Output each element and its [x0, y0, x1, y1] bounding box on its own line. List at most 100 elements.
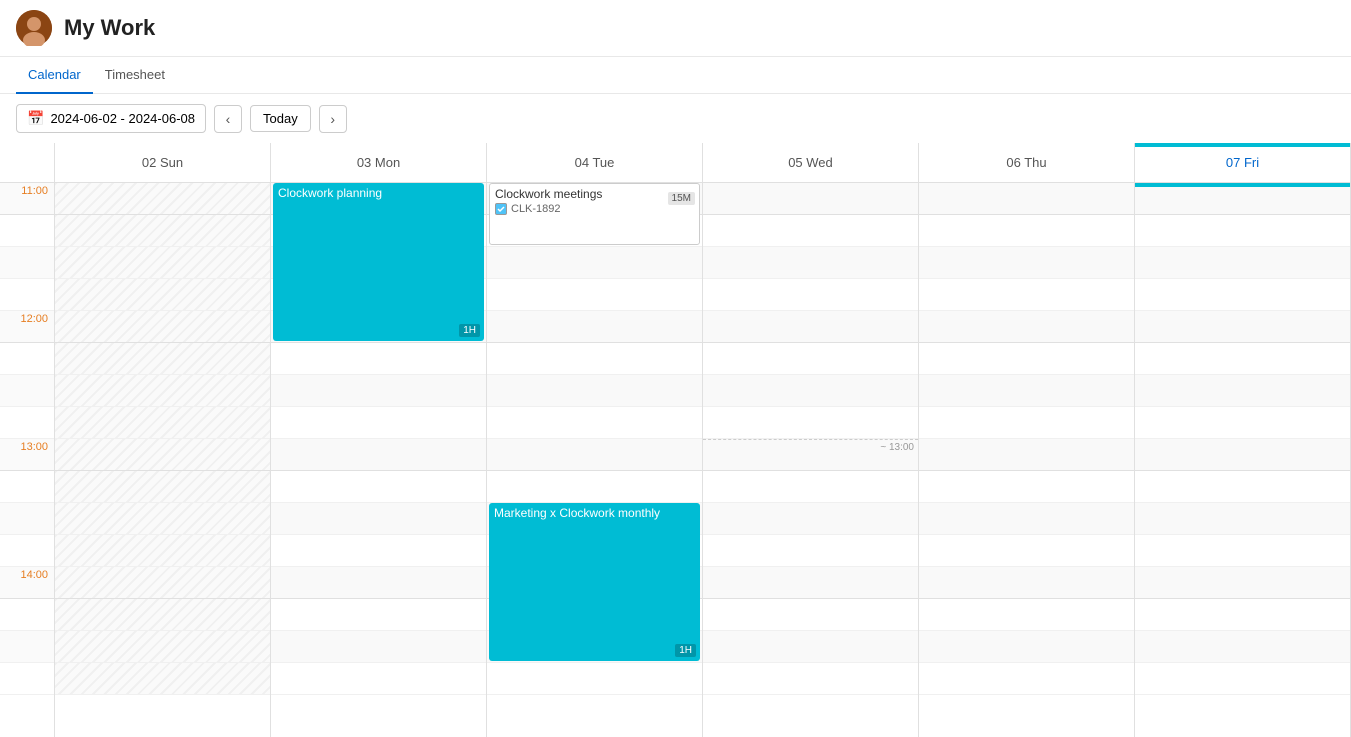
slot[interactable] — [55, 375, 270, 407]
slot[interactable] — [55, 535, 270, 567]
slot[interactable] — [703, 215, 918, 247]
slot[interactable] — [703, 279, 918, 311]
slot[interactable] — [55, 663, 270, 695]
tab-calendar[interactable]: Calendar — [16, 57, 93, 94]
next-button[interactable]: › — [319, 105, 347, 133]
slot[interactable] — [55, 599, 270, 631]
slot[interactable] — [487, 343, 702, 375]
slot[interactable] — [55, 311, 270, 343]
slot[interactable] — [919, 279, 1134, 311]
slot[interactable] — [1135, 279, 1350, 311]
slot[interactable] — [1135, 503, 1350, 535]
date-range-button[interactable]: 📅 2024-06-02 - 2024-06-08 — [16, 104, 206, 133]
slot[interactable] — [55, 631, 270, 663]
slot[interactable] — [487, 471, 702, 503]
slot[interactable] — [1135, 343, 1350, 375]
slot[interactable] — [487, 663, 702, 695]
slot[interactable] — [271, 631, 486, 663]
slot[interactable] — [271, 439, 486, 471]
slot[interactable] — [271, 663, 486, 695]
slot[interactable] — [703, 535, 918, 567]
slot[interactable] — [703, 375, 918, 407]
slot[interactable] — [271, 599, 486, 631]
slot[interactable] — [703, 343, 918, 375]
slot[interactable] — [271, 407, 486, 439]
slot[interactable] — [703, 503, 918, 535]
slot[interactable] — [919, 631, 1134, 663]
event-marketing-clockwork[interactable]: Marketing x Clockwork monthly1H — [489, 503, 700, 661]
slot[interactable] — [703, 471, 918, 503]
time-slot-1130 — [0, 247, 54, 279]
slot[interactable] — [919, 343, 1134, 375]
slot[interactable] — [703, 567, 918, 599]
slot[interactable] — [271, 503, 486, 535]
time-slot-1400: 14:00 — [0, 567, 54, 599]
slot[interactable] — [703, 407, 918, 439]
time-slot-1445 — [0, 663, 54, 695]
slot[interactable] — [703, 311, 918, 343]
time-slot-1145 — [0, 279, 54, 311]
slot[interactable] — [271, 471, 486, 503]
event-clockwork-meetings[interactable]: Clockwork meetingsCLK-189215M — [489, 183, 700, 245]
slot[interactable] — [919, 247, 1134, 279]
slot[interactable] — [703, 599, 918, 631]
slot[interactable] — [55, 471, 270, 503]
day-slots-mon: Clockwork planning1H — [271, 183, 486, 695]
slot[interactable] — [1135, 663, 1350, 695]
slot[interactable] — [1135, 247, 1350, 279]
slot[interactable] — [1135, 567, 1350, 599]
slot[interactable] — [487, 247, 702, 279]
slot[interactable] — [919, 407, 1134, 439]
slot[interactable] — [919, 663, 1134, 695]
slot[interactable] — [1135, 375, 1350, 407]
slot[interactable] — [1135, 599, 1350, 631]
slot[interactable] — [1135, 183, 1350, 215]
slot[interactable] — [1135, 535, 1350, 567]
slot[interactable] — [487, 439, 702, 471]
slot[interactable] — [919, 215, 1134, 247]
slot[interactable] — [1135, 631, 1350, 663]
slot[interactable] — [919, 567, 1134, 599]
slot[interactable] — [919, 311, 1134, 343]
slot[interactable] — [271, 343, 486, 375]
slot[interactable] — [1135, 439, 1350, 471]
event-duration-badge: 15M — [668, 192, 695, 205]
slot[interactable] — [703, 247, 918, 279]
day-column-sun: 02 Sun — [55, 143, 271, 737]
slot[interactable] — [487, 407, 702, 439]
slot[interactable] — [919, 375, 1134, 407]
slot[interactable] — [919, 503, 1134, 535]
slot[interactable] — [703, 663, 918, 695]
today-button[interactable]: Today — [250, 105, 311, 132]
prev-button[interactable]: ‹ — [214, 105, 242, 133]
slot[interactable] — [703, 631, 918, 663]
slot[interactable] — [271, 535, 486, 567]
slot[interactable] — [1135, 407, 1350, 439]
slot[interactable] — [487, 279, 702, 311]
slot[interactable] — [919, 439, 1134, 471]
slot[interactable] — [919, 599, 1134, 631]
slot[interactable] — [55, 183, 270, 215]
slot[interactable] — [271, 567, 486, 599]
slot[interactable] — [55, 247, 270, 279]
slot[interactable] — [487, 311, 702, 343]
slot[interactable] — [1135, 471, 1350, 503]
slot[interactable] — [271, 375, 486, 407]
slot[interactable] — [55, 343, 270, 375]
slot[interactable] — [55, 439, 270, 471]
slot[interactable] — [55, 215, 270, 247]
time-slot-1415 — [0, 599, 54, 631]
tab-timesheet[interactable]: Timesheet — [93, 57, 177, 94]
slot[interactable] — [55, 503, 270, 535]
slot[interactable] — [1135, 311, 1350, 343]
slot[interactable] — [487, 375, 702, 407]
event-clockwork-planning[interactable]: Clockwork planning1H — [273, 183, 484, 341]
slot[interactable] — [55, 567, 270, 599]
slot[interactable] — [919, 471, 1134, 503]
slot[interactable] — [919, 535, 1134, 567]
slot[interactable] — [703, 183, 918, 215]
slot[interactable] — [919, 183, 1134, 215]
slot[interactable] — [55, 407, 270, 439]
slot[interactable] — [55, 279, 270, 311]
slot[interactable] — [1135, 215, 1350, 247]
